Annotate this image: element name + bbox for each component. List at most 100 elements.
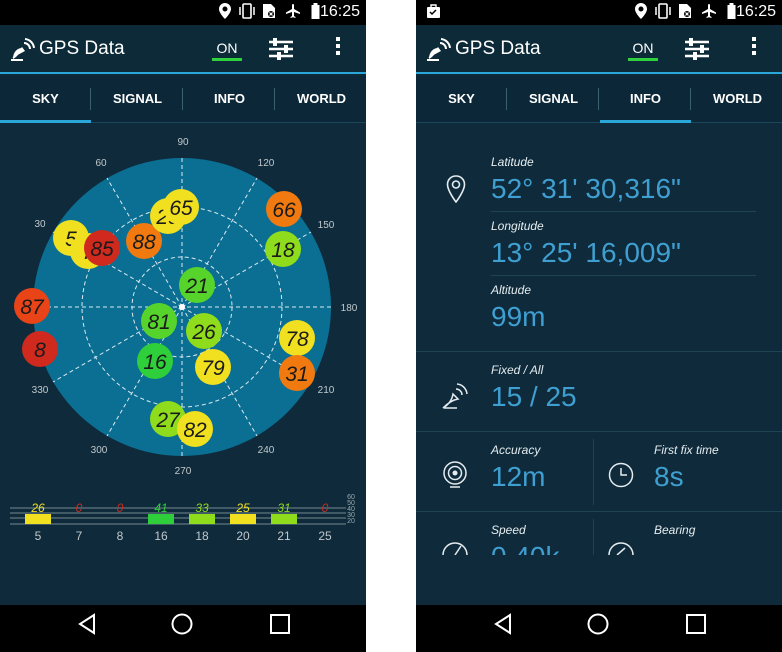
azimuth-label: 30 — [34, 219, 46, 230]
tab-sky[interactable]: SKY — [416, 76, 507, 123]
signal-bar — [189, 514, 215, 524]
info-content: Latitude 52° 31' 30,316" Longitude 13° 2… — [416, 123, 782, 605]
toggle-indicator — [628, 58, 658, 61]
location-pin-icon — [446, 175, 466, 208]
latitude-value: 52° 31' 30,316" — [491, 173, 681, 204]
azimuth-label: 300 — [91, 445, 108, 456]
signal-value-label: 26 — [30, 501, 45, 515]
app-bar: GPS Data ON — [0, 25, 366, 74]
satellite-marker[interactable]: 66 — [266, 191, 302, 227]
longitude-label: Longitude — [491, 219, 544, 233]
gps-on-toggle[interactable]: ON — [628, 40, 658, 61]
accuracy-label: Accuracy — [491, 443, 541, 457]
satellite-marker[interactable]: 82 — [177, 411, 213, 447]
tab-signal[interactable]: SIGNAL — [92, 76, 183, 123]
app-title: GPS Data — [39, 38, 125, 59]
status-time: 16:25 — [735, 3, 776, 20]
satellite-marker[interactable]: 8 — [22, 331, 58, 367]
signal-satellite-id: 21 — [277, 529, 291, 543]
compass-bearing-icon — [608, 541, 634, 560]
tab-world[interactable]: WORLD — [692, 76, 782, 123]
satellite-marker[interactable]: 81 — [141, 303, 177, 339]
battery-icon — [311, 3, 320, 23]
recents-icon — [270, 614, 290, 634]
signal-value-label: 0 — [117, 501, 124, 515]
divider — [491, 275, 756, 276]
tab-sky[interactable]: SKY — [0, 76, 91, 123]
satellite-id: 65 — [169, 197, 193, 220]
speed-label: Speed — [491, 523, 526, 537]
satellite-id: 21 — [184, 275, 208, 298]
satellite-marker[interactable]: 16 — [137, 343, 173, 379]
home-icon — [587, 613, 609, 635]
satellite-marker[interactable]: 65 — [163, 189, 199, 225]
signal-satellite-id: 20 — [236, 529, 250, 543]
signal-scale-label: 20 — [347, 518, 355, 525]
azimuth-label: 180 — [341, 303, 358, 314]
satellite-id: 26 — [191, 321, 216, 344]
altitude-label: Altitude — [491, 283, 532, 297]
overflow-menu-button[interactable] — [749, 37, 759, 58]
latitude-label: Latitude — [491, 155, 534, 169]
recents-button[interactable] — [269, 613, 291, 640]
satellite-marker[interactable]: 78 — [279, 320, 315, 356]
satellite-id: 8 — [34, 339, 46, 362]
settings-sliders-button[interactable] — [684, 37, 710, 66]
satellite-marker[interactable]: 18 — [265, 231, 301, 267]
home-button[interactable] — [587, 613, 609, 640]
back-button[interactable] — [492, 613, 514, 640]
tab-label: SIGNAL — [112, 91, 163, 106]
settings-sliders-button[interactable] — [268, 37, 294, 66]
gps-on-toggle[interactable]: ON — [212, 40, 242, 61]
tab-label: WORLD — [712, 91, 763, 106]
back-icon — [494, 613, 511, 635]
overflow-menu-button[interactable] — [333, 37, 343, 58]
recents-icon — [686, 614, 706, 634]
signal-bar — [148, 514, 174, 524]
satellite-dish-logo-icon — [10, 37, 36, 66]
satellite-id: 66 — [272, 199, 296, 222]
altitude-value: 99m — [491, 301, 546, 332]
signal-satellite-id: 16 — [154, 529, 168, 543]
accuracy-target-icon — [442, 461, 468, 494]
tab-label: SIGNAL — [528, 91, 579, 106]
status-time: 16:25 — [319, 3, 360, 20]
satellite-marker[interactable]: 85 — [84, 230, 120, 266]
divider — [416, 351, 782, 352]
divider — [416, 431, 782, 432]
satellite-marker[interactable]: 87 — [14, 288, 50, 324]
signal-satellite-id: 5 — [35, 529, 42, 543]
status-bar: 16:25 — [416, 0, 782, 25]
tab-info[interactable]: INFO — [600, 76, 691, 123]
satellite-dish-logo-icon — [426, 37, 452, 66]
signal-bar — [271, 514, 297, 524]
vibrate-icon — [238, 3, 256, 23]
azimuth-label: 90 — [177, 137, 189, 148]
phone-screen-info: 16:25 GPS Data ON SKY SIGNAL INFO WORLD … — [416, 0, 782, 652]
tab-bar: SKY SIGNAL INFO WORLD — [0, 76, 366, 123]
location-icon — [219, 3, 231, 23]
satellite-marker[interactable]: 26 — [186, 313, 222, 349]
signal-bar — [25, 514, 51, 524]
tab-label: INFO — [629, 91, 662, 106]
clock-icon — [608, 462, 634, 493]
vibrate-icon — [654, 3, 672, 23]
recents-button[interactable] — [685, 613, 707, 640]
fixed-all-value: 15 / 25 — [491, 381, 577, 412]
no-sim-icon — [262, 3, 276, 23]
no-sim-icon — [678, 3, 692, 23]
satellite-marker[interactable]: 31 — [279, 355, 315, 391]
tab-signal[interactable]: SIGNAL — [508, 76, 599, 123]
satellite-id: 79 — [201, 357, 225, 380]
azimuth-label: 330 — [32, 385, 49, 396]
tab-world[interactable]: WORLD — [276, 76, 366, 123]
tab-info[interactable]: INFO — [184, 76, 275, 123]
satellite-id: 85 — [90, 238, 114, 261]
satellite-marker[interactable]: 79 — [195, 349, 231, 385]
azimuth-label: 270 — [175, 466, 192, 477]
home-button[interactable] — [171, 613, 193, 640]
back-button[interactable] — [76, 613, 98, 640]
satellite-marker[interactable]: 21 — [179, 267, 215, 303]
signal-satellite-id: 8 — [117, 529, 124, 543]
tab-bar: SKY SIGNAL INFO WORLD — [416, 76, 782, 123]
